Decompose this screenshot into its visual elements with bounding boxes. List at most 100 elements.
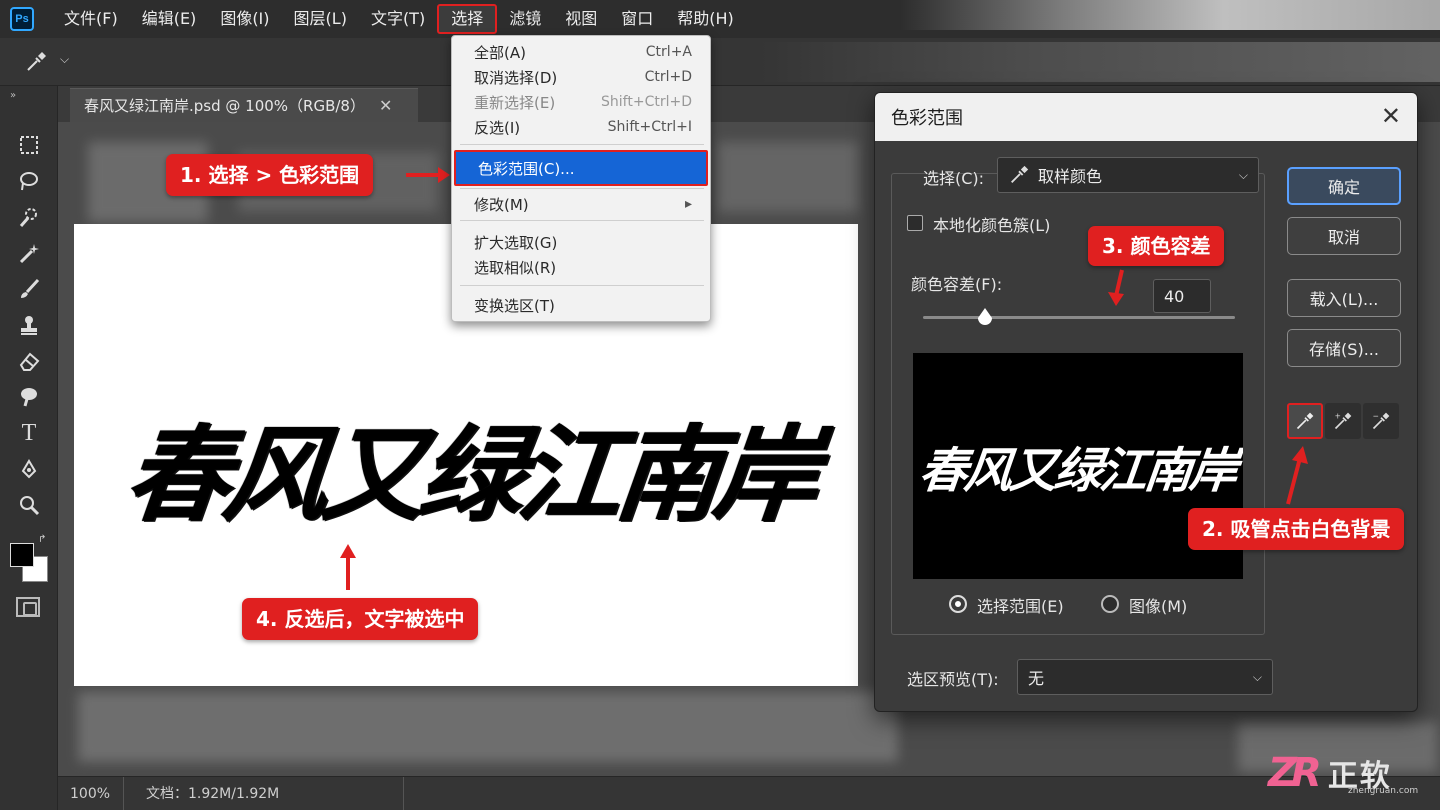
menu-item-transform-selection[interactable]: 变换选区(T) (452, 293, 710, 317)
menu-file[interactable]: 文件(F) (52, 4, 130, 34)
blurred-background (78, 692, 898, 762)
menu-layer[interactable]: 图层(L) (282, 4, 359, 34)
menu-select[interactable]: 选择 (437, 4, 498, 34)
menu-item-label: 反选(I) (474, 118, 521, 137)
svg-text:+: + (1335, 412, 1341, 421)
photoshop-logo-icon[interactable]: Ps (10, 7, 34, 31)
save-button[interactable]: 存储(S)... (1287, 329, 1401, 367)
close-icon[interactable]: ✕ (1381, 103, 1401, 129)
chevron-down-icon[interactable]: ⌵ (60, 52, 69, 67)
menu-filter[interactable]: 滤镜 (497, 4, 553, 34)
eyedropper-subtract-icon[interactable]: − (1363, 403, 1399, 439)
arrow-right-icon (406, 167, 450, 183)
eyedropper-add-icon[interactable]: + (1325, 403, 1361, 439)
color-range-dialog: 色彩范围 ✕ 选择(C): 取样颜色 ⌵ 本地化颜色簇(L) 颜色容差(F): … (874, 92, 1418, 712)
svg-text:−: − (1373, 412, 1379, 421)
menu-separator (460, 144, 704, 145)
menu-item-inverse[interactable]: 反选(I) Shift+Ctrl+I (452, 115, 710, 139)
blurred-background (900, 0, 1440, 30)
dialog-titlebar[interactable]: 色彩范围 (875, 93, 1417, 141)
close-icon[interactable]: ✕ (379, 96, 392, 115)
localized-color-clusters-label: 本地化颜色簇(L) (933, 216, 1051, 235)
blurred-background (760, 42, 1440, 82)
select-menu-dropdown: 全部(A) Ctrl+A 取消选择(D) Ctrl+D 重新选择(E) Shift+C… (451, 35, 711, 322)
eyedropper-tool-icon[interactable] (24, 50, 48, 74)
calligraphy-text[interactable]: 春风又绿江南岸 (100, 370, 840, 560)
menu-view[interactable]: 视图 (553, 4, 609, 34)
menu-item-grow[interactable]: 扩大选取(G) (452, 230, 710, 254)
quick-mask-icon[interactable] (16, 597, 40, 617)
menu-item-shortcut: Shift+Ctrl+I (607, 119, 692, 135)
quick-selection-tool-icon[interactable] (14, 202, 44, 232)
foreground-color-swatch-top[interactable] (10, 543, 34, 567)
menu-item-reselect[interactable]: 重新选择(E) Shift+Ctrl+D (452, 90, 710, 114)
chevron-down-icon: ⌵ (1238, 167, 1248, 182)
select-label: 选择(C): (923, 169, 985, 188)
menu-window[interactable]: 窗口 (609, 4, 665, 34)
smudge-tool-icon[interactable] (14, 382, 44, 412)
fuzziness-input[interactable]: 40 (1153, 279, 1211, 313)
menu-item-label: 色彩范围(C)... (478, 159, 575, 178)
radio-selection-label: 选择范围(E) (977, 597, 1064, 616)
callout-step-1: 1. 选择 > 色彩范围 (166, 154, 374, 196)
menu-item-label: 取消选择(D) (474, 68, 558, 87)
fuzziness-slider-thumb[interactable] (976, 307, 994, 327)
selection-preview-label: 选区预览(T): (907, 670, 999, 689)
fuzziness-slider-track[interactable] (923, 316, 1235, 319)
menu-item-label: 重新选择(E) (474, 93, 556, 112)
menu-edit[interactable]: 编辑(E) (130, 4, 209, 34)
arrow-up-icon (340, 544, 356, 590)
menu-item-label: 选取相似(R) (474, 258, 557, 277)
blurred-background (718, 142, 858, 212)
stamp-tool-icon[interactable] (14, 310, 44, 340)
select-dropdown-value: 取样颜色 (1038, 167, 1103, 186)
magic-wand-tool-icon[interactable] (14, 238, 44, 268)
ok-button[interactable]: 确定 (1287, 167, 1401, 205)
eraser-tool-icon[interactable] (14, 346, 44, 376)
menu-item-label: 变换选区(T) (474, 296, 555, 315)
callout-step-3: 3. 颜色容差 (1088, 226, 1225, 266)
watermark-url: zhengruan.com (1348, 786, 1419, 796)
menu-item-similar[interactable]: 选取相似(R) (452, 255, 710, 279)
preview-text: 春风又绿江南岸 (917, 443, 1238, 499)
zoom-level[interactable]: 100% (58, 776, 124, 810)
localized-color-clusters-checkbox[interactable] (907, 215, 923, 231)
tools-panel: » T (0, 86, 58, 810)
cancel-button[interactable]: 取消 (1287, 217, 1401, 255)
type-tool-icon[interactable]: T (14, 418, 44, 448)
arrow-down-icon (1106, 268, 1130, 308)
document-tab[interactable]: 春风又绿江南岸.psd @ 100%（RGB/8） ✕ (70, 88, 418, 122)
menu-separator (460, 220, 704, 221)
submenu-arrow-icon: ▸ (684, 196, 692, 212)
radio-image[interactable] (1101, 595, 1119, 613)
menu-type[interactable]: 文字(T) (359, 4, 437, 34)
radio-selection[interactable] (949, 595, 967, 613)
document-tab-title: 春风又绿江南岸.psd @ 100%（RGB/8） (84, 97, 365, 115)
selection-preview-dropdown[interactable]: 无 ⌵ (1017, 659, 1273, 695)
collapse-panel-icon[interactable]: » (10, 90, 16, 101)
menu-item-label: 全部(A) (474, 43, 526, 62)
menu-item-select-all[interactable]: 全部(A) Ctrl+A (452, 40, 710, 64)
eyedropper-icon (1011, 165, 1029, 183)
menu-item-modify[interactable]: 修改(M) ▸ (452, 192, 710, 216)
document-info[interactable]: 文档：1.92M/1.92M (124, 776, 404, 810)
menu-item-color-range[interactable]: 色彩范围(C)... (454, 150, 708, 186)
brush-tool-icon[interactable] (14, 274, 44, 304)
eyedropper-sample-icon[interactable] (1287, 403, 1323, 439)
chevron-down-icon: ⌵ (1252, 669, 1262, 684)
swap-colors-icon[interactable]: ↱ (38, 534, 46, 545)
menu-item-shortcut: Shift+Ctrl+D (601, 94, 692, 110)
menu-image[interactable]: 图像(I) (208, 4, 281, 34)
zoom-tool-icon[interactable] (14, 490, 44, 520)
menu-help[interactable]: 帮助(H) (665, 4, 746, 34)
marquee-tool-icon[interactable] (14, 130, 44, 160)
menu-item-shortcut: Ctrl+D (644, 69, 692, 85)
menu-separator (460, 285, 704, 286)
load-button[interactable]: 载入(L)... (1287, 279, 1401, 317)
menu-item-deselect[interactable]: 取消选择(D) Ctrl+D (452, 65, 710, 89)
select-dropdown[interactable]: 取样颜色 ⌵ (997, 157, 1259, 193)
lasso-tool-icon[interactable] (14, 166, 44, 196)
dialog-title: 色彩范围 (891, 108, 963, 129)
callout-step-2: 2. 吸管点击白色背景 (1188, 508, 1405, 550)
pen-tool-icon[interactable] (14, 454, 44, 484)
